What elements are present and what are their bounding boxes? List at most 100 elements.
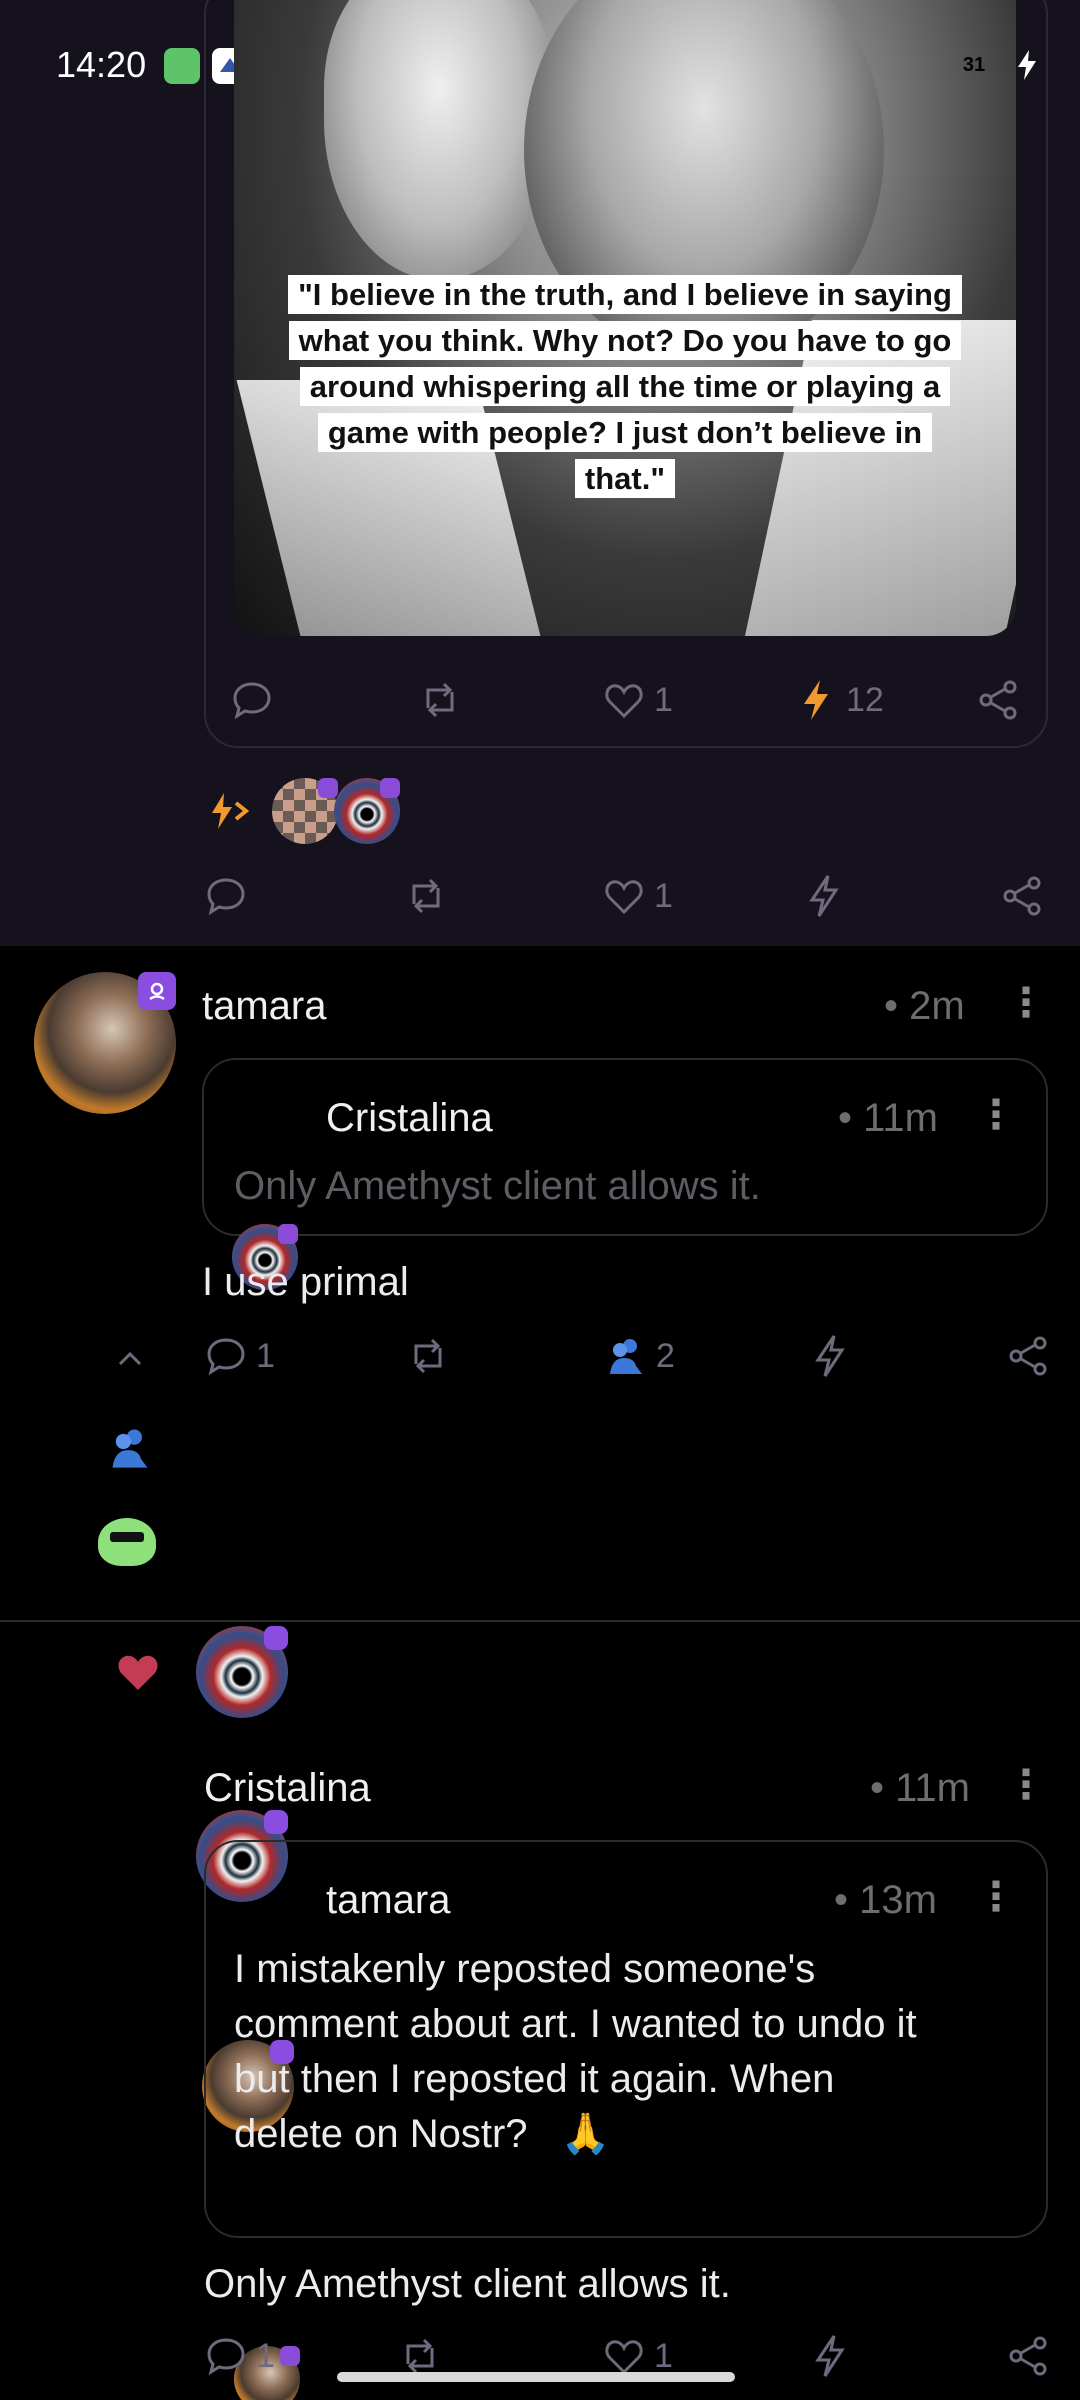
verified-badge-icon <box>138 972 176 1010</box>
repost-button[interactable] <box>404 874 448 918</box>
quoted-time: • 13m <box>834 1878 937 1922</box>
quoted-menu-icon[interactable]: ⋮ <box>976 1874 1016 1920</box>
reactions-button[interactable]: 2 <box>604 1334 675 1378</box>
status-time: 14:20 <box>56 44 147 85</box>
share-icon <box>1009 1336 1047 1376</box>
zap-outline-icon <box>815 2335 845 2377</box>
quoted-text-line: but then I reposted it again. When <box>234 2057 835 2101</box>
like-count: 1 <box>654 876 673 915</box>
quote-line: game with people? I just don’t believe i… <box>317 413 933 452</box>
quote-line: what you think. Why not? Do you have to … <box>288 321 962 360</box>
quoted-text-line: delete on Nostr? 🙏 <box>234 2107 917 2162</box>
collapse-chevron-icon[interactable] <box>116 1342 144 1376</box>
verified-badge-icon <box>280 2346 300 2366</box>
inner-zap-button[interactable]: 12 <box>794 678 884 722</box>
post-time-value: 11m <box>895 1766 970 1810</box>
share-button[interactable] <box>1006 1334 1050 1378</box>
zap-forward-icon <box>212 793 250 829</box>
quoted-text: Only Amethyst client allows it. <box>234 1164 761 1208</box>
people-hugging-reaction-icon <box>106 1424 154 1477</box>
reaction-count: 2 <box>656 1336 675 1375</box>
share-button[interactable] <box>1000 874 1044 918</box>
zap-button[interactable] <box>802 874 846 918</box>
inner-like-button[interactable]: 1 <box>602 678 673 722</box>
post-menu-icon[interactable]: ⋮ <box>1006 980 1046 1026</box>
people-hugging-icon <box>610 1339 642 1374</box>
comment-icon <box>207 2338 245 2376</box>
post-time: • 11m <box>870 1766 970 1810</box>
verified-badge-icon <box>278 1224 298 1244</box>
quoted-text-last: delete on Nostr? <box>234 2112 528 2156</box>
zap-button[interactable] <box>808 1334 852 1378</box>
zap-outline-icon <box>809 875 839 917</box>
verified-badge-icon <box>264 1810 288 1834</box>
image-hand <box>324 0 554 280</box>
zap-outline-icon <box>815 1335 845 1377</box>
repost-icon <box>412 878 440 914</box>
sim-app-icon <box>164 48 200 84</box>
comment-icon <box>233 682 271 720</box>
reply-button[interactable]: 1 <box>204 2334 275 2378</box>
post-divider <box>0 1620 1080 1622</box>
quoted-note-card[interactable] <box>202 1058 1048 1236</box>
zap-button[interactable] <box>808 2334 852 2378</box>
cool-blob-reaction-icon <box>98 1518 156 1566</box>
zappers-row[interactable] <box>206 778 400 844</box>
quoted-time-value: 11m <box>863 1096 938 1140</box>
battery-level: 31 <box>962 53 986 76</box>
like-button[interactable]: 1 <box>602 874 673 918</box>
share-button[interactable] <box>1006 2334 1050 2378</box>
author-avatar[interactable] <box>34 972 176 1114</box>
repost-button[interactable] <box>406 1334 450 1378</box>
quoted-time-value: 13m <box>859 1878 937 1922</box>
liked-heart-icon <box>114 1650 162 1699</box>
quoted-text-line: I mistakenly reposted someone's <box>234 1947 816 1991</box>
share-icon <box>1009 2336 1047 2376</box>
quoted-author-name[interactable]: tamara <box>326 1878 451 1923</box>
reply-count: 1 <box>256 2336 275 2375</box>
inner-like-count: 1 <box>654 680 673 719</box>
post-author-name[interactable]: Cristalina <box>204 1766 371 1811</box>
post-text: I use primal <box>202 1260 409 1304</box>
inner-reply-button[interactable] <box>230 678 274 722</box>
share-icon <box>1003 876 1041 916</box>
heart-icon <box>605 880 643 915</box>
home-indicator[interactable] <box>337 2372 735 2382</box>
quoted-text: I mistakenly reposted someone's comment … <box>234 1942 917 2162</box>
quoted-time: • 11m <box>838 1096 938 1140</box>
post-image[interactable]: "I believe in the truth, and I believe i… <box>234 0 1016 636</box>
quoted-menu-icon[interactable]: ⋮ <box>976 1092 1016 1138</box>
verified-badge-icon <box>264 1626 288 1650</box>
post-time: • 2m <box>884 984 965 1028</box>
folded-hands-emoji: 🙏 <box>560 2112 611 2156</box>
zapper-avatar[interactable] <box>272 778 338 844</box>
image-quote-text: "I believe in the truth, and I believe i… <box>244 272 1006 502</box>
verified-badge-icon <box>380 778 400 798</box>
zap-icon <box>804 680 828 720</box>
quote-line: around whispering all the time or playin… <box>299 367 951 406</box>
inner-zap-count: 12 <box>846 680 884 719</box>
reply-count: 1 <box>256 1336 275 1375</box>
inner-repost-button[interactable] <box>418 678 462 722</box>
reply-button[interactable]: 1 <box>204 1334 275 1378</box>
repost-icon <box>414 1338 442 1374</box>
verified-badge-icon <box>318 778 338 798</box>
comment-icon <box>207 1338 245 1376</box>
post-menu-icon[interactable]: ⋮ <box>1006 1762 1046 1808</box>
quote-line: "I believe in the truth, and I believe i… <box>288 275 962 314</box>
reply-button[interactable] <box>204 874 248 918</box>
reactor-avatar[interactable] <box>196 1626 288 1718</box>
inner-share-button[interactable] <box>976 678 1020 722</box>
heart-icon <box>605 684 643 719</box>
quote-line: that." <box>574 459 676 498</box>
post-text: Only Amethyst client allows it. <box>204 2262 731 2306</box>
quoted-text-line: comment about art. I wanted to undo it <box>234 2002 917 2046</box>
like-count: 1 <box>654 2336 673 2375</box>
quoted-author-name[interactable]: Cristalina <box>326 1096 493 1141</box>
repost-icon <box>426 682 454 718</box>
zapper-avatar[interactable] <box>334 778 400 844</box>
post-time-value: 2m <box>909 984 965 1028</box>
share-icon <box>979 680 1017 720</box>
comment-icon <box>207 878 245 916</box>
post-author-name[interactable]: tamara <box>202 984 327 1029</box>
